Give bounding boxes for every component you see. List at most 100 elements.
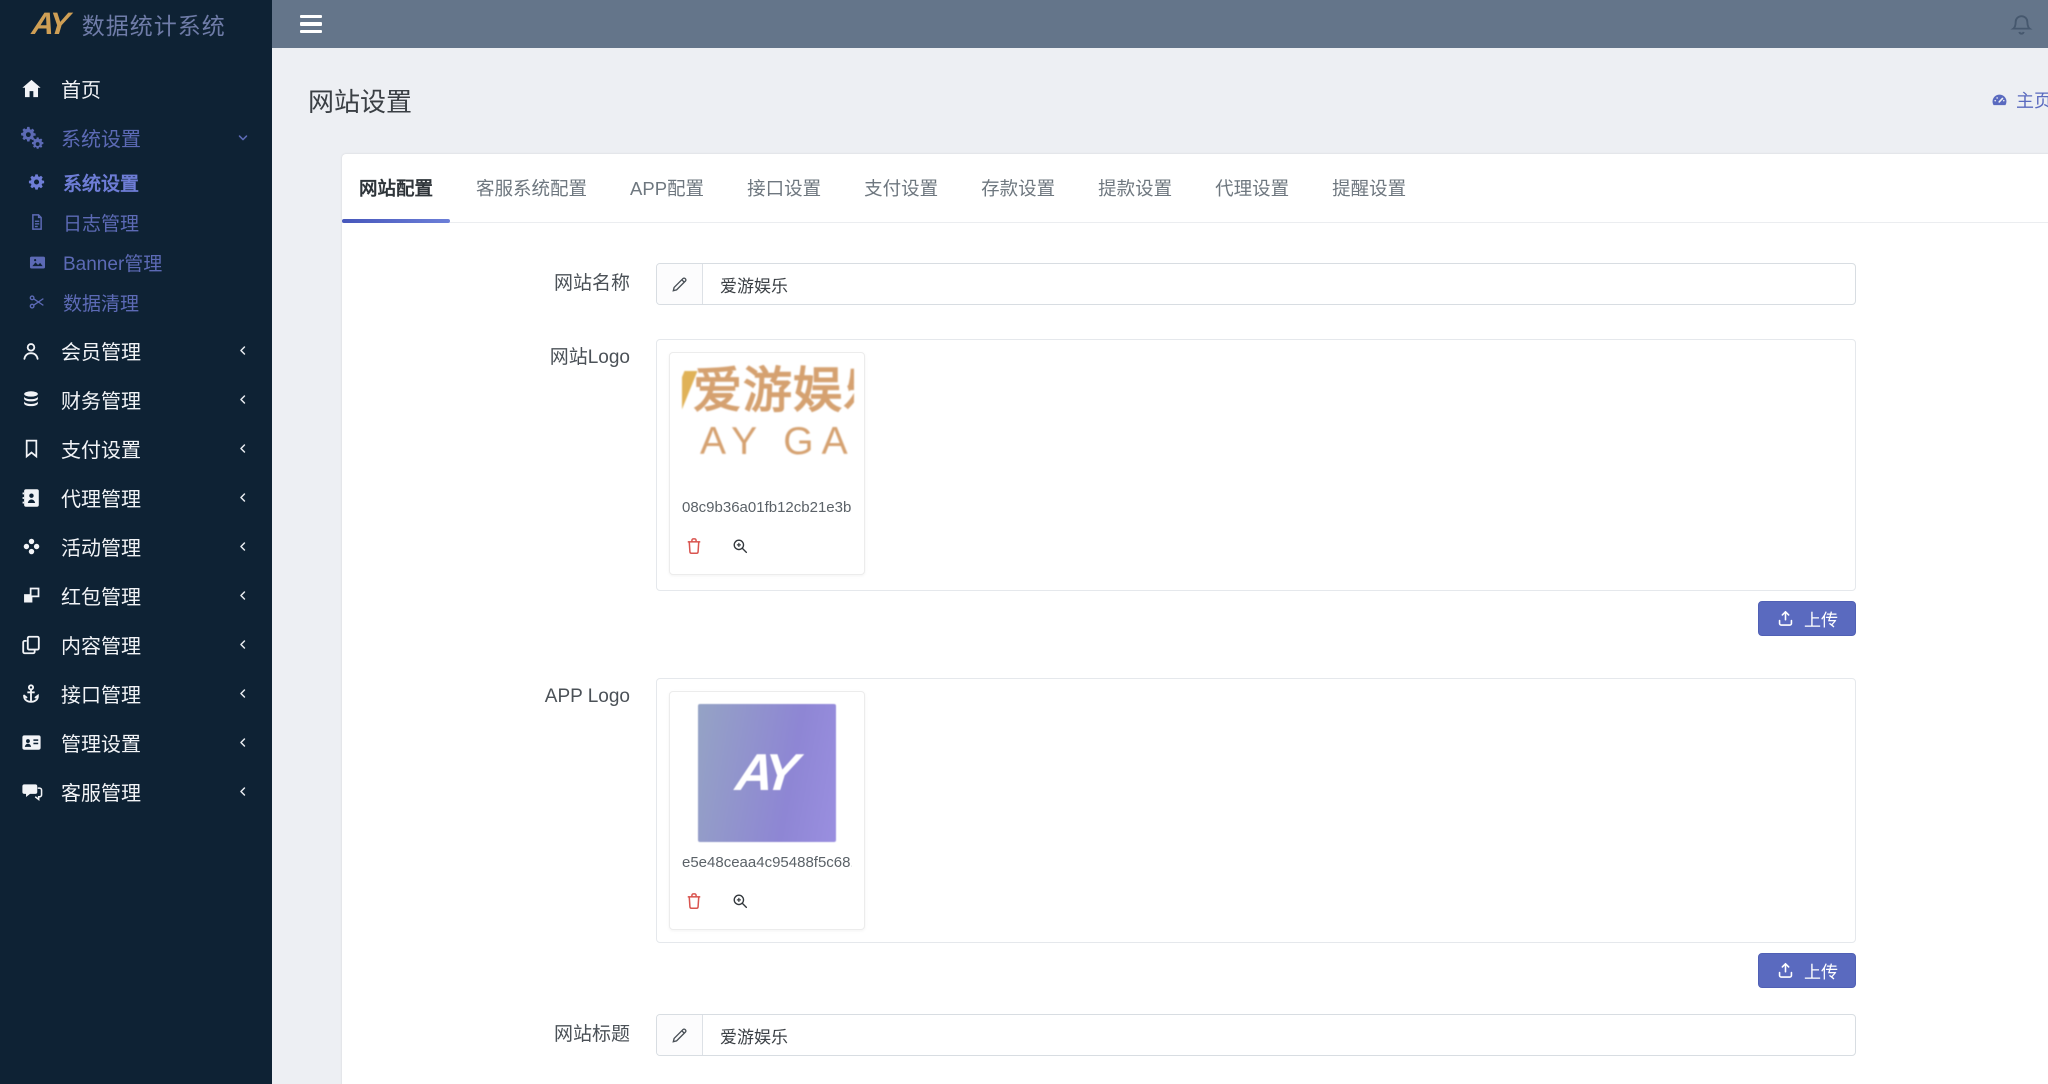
chevron-left-icon <box>236 343 250 358</box>
app-root: AY 数据统计系统 首页 系统设置 系统设置 日志管理 <box>0 0 2048 1084</box>
tab-reminder-settings[interactable]: 提醒设置 <box>1315 154 1423 222</box>
user-icon <box>14 340 48 362</box>
trash-icon <box>684 536 704 556</box>
tab-site-config[interactable]: 网站配置 <box>342 154 450 222</box>
tab-withdrawal-settings[interactable]: 提款设置 <box>1081 154 1189 222</box>
chevron-left-icon <box>236 637 250 652</box>
sidebar-subitem-system-settings[interactable]: 系统设置 <box>0 162 272 202</box>
chevron-left-icon <box>236 686 250 701</box>
sidebar-item-home[interactable]: 首页 <box>0 64 272 113</box>
address-book-icon <box>14 487 48 509</box>
breadcrumb-label: 主页 <box>2016 87 2048 113</box>
content-header: 网站设置 主页 <box>308 82 2048 118</box>
file-icon <box>23 213 51 231</box>
app-logo-dropzone[interactable]: AY e5e48ceaa4c95488f5c68... <box>656 678 1856 943</box>
upload-app-logo-button[interactable]: 上传 <box>1758 953 1856 988</box>
chevron-left-icon <box>236 735 250 750</box>
gear-icon <box>23 173 51 191</box>
site-title-row: 网站标题 <box>342 1014 2048 1056</box>
sidebar-item-payment-settings[interactable]: 支付设置 <box>0 424 272 473</box>
tab-api-settings[interactable]: 接口设置 <box>730 154 838 222</box>
tab-deposit-settings[interactable]: 存款设置 <box>964 154 1072 222</box>
site-title-label: 网站标题 <box>342 1014 630 1056</box>
sidebar-item-content-management[interactable]: 内容管理 <box>0 620 272 669</box>
sidebar-toggle-button[interactable] <box>296 11 326 38</box>
topbar <box>272 0 2048 48</box>
site-logo-thumbnail-card: 爱游娱乐 AY GA 08c9b36a01fb12cb21e3b... <box>669 352 865 575</box>
app-logo-row: APP Logo AY e5e48ceaa4c95488f5c68... <box>342 678 2048 988</box>
upload-site-logo-button[interactable]: 上传 <box>1758 601 1856 636</box>
page-title: 网站设置 <box>308 82 412 119</box>
sidebar-item-finance-management[interactable]: 财务管理 <box>0 375 272 424</box>
delete-site-logo-button[interactable] <box>684 536 704 556</box>
upload-icon <box>1776 609 1795 628</box>
app-logo-filename: e5e48ceaa4c95488f5c68... <box>682 854 852 871</box>
zoom-in-icon <box>731 892 749 910</box>
content-area: 网站设置 主页 网站配置 客服系统配置 APP配置 接口设置 支付设置 存款设置… <box>272 48 2048 1084</box>
preview-site-logo-button[interactable] <box>731 537 749 555</box>
hamburger-icon <box>300 15 322 19</box>
chevron-left-icon <box>236 392 250 407</box>
sidebar-subitem-banner-management[interactable]: Banner管理 <box>0 242 272 282</box>
chevron-left-icon <box>236 784 250 799</box>
sidebar-item-agent-management[interactable]: 代理管理 <box>0 473 272 522</box>
main-area: 网站设置 主页 网站配置 客服系统配置 APP配置 接口设置 支付设置 存款设置… <box>272 0 2048 1084</box>
bell-icon <box>2009 13 2034 38</box>
site-logo-filename: 08c9b36a01fb12cb21e3b... <box>682 499 852 516</box>
app-logo-label: APP Logo <box>342 678 630 988</box>
pinwheel-icon <box>14 536 48 557</box>
pencil-icon <box>657 1015 703 1055</box>
site-title-input[interactable] <box>703 1015 1855 1055</box>
comments-icon <box>14 780 48 803</box>
database-icon <box>14 389 48 411</box>
site-logo-label: 网站Logo <box>342 339 630 636</box>
system-settings-submenu: 系统设置 日志管理 Banner管理 数据清理 <box>0 162 272 322</box>
sidebar: AY 数据统计系统 首页 系统设置 系统设置 日志管理 <box>0 0 272 1084</box>
preview-app-logo-button[interactable] <box>731 892 749 910</box>
chevron-left-icon <box>236 490 250 505</box>
sidebar-item-customer-service-management[interactable]: 客服管理 <box>0 767 272 816</box>
notifications-button[interactable] <box>2009 13 2034 38</box>
upload-icon <box>1776 961 1795 980</box>
tab-customer-service-config[interactable]: 客服系统配置 <box>459 154 604 222</box>
brand-title: 数据统计系统 <box>82 7 226 41</box>
app-logo-image[interactable]: AY <box>698 704 836 842</box>
sidebar-item-member-management[interactable]: 会员管理 <box>0 326 272 375</box>
copy-icon <box>14 634 48 656</box>
chevron-down-icon <box>236 129 250 146</box>
brand[interactable]: AY 数据统计系统 <box>0 0 272 48</box>
site-config-form: 网站名称 网站Logo <box>342 223 2048 1084</box>
site-name-input[interactable] <box>703 264 1855 304</box>
sidebar-item-api-management[interactable]: 接口管理 <box>0 669 272 718</box>
chevron-left-icon <box>236 441 250 456</box>
breadcrumb-home-link[interactable]: 主页 <box>1990 87 2048 113</box>
sidebar-nav: 首页 系统设置 系统设置 日志管理 Banner管理 <box>0 48 272 816</box>
delete-app-logo-button[interactable] <box>684 891 704 911</box>
chevron-left-icon <box>236 588 250 603</box>
clone-icon <box>14 585 48 606</box>
sidebar-item-activity-management[interactable]: 活动管理 <box>0 522 272 571</box>
scissors-icon <box>23 293 51 311</box>
sidebar-item-redpacket-management[interactable]: 红包管理 <box>0 571 272 620</box>
id-card-icon <box>14 731 48 754</box>
sidebar-group-system-settings[interactable]: 系统设置 <box>0 113 272 162</box>
site-name-label: 网站名称 <box>342 263 630 305</box>
trash-icon <box>684 891 704 911</box>
dashboard-icon <box>1990 91 2009 110</box>
tab-app-config[interactable]: APP配置 <box>613 154 721 222</box>
app-logo-thumbnail-card: AY e5e48ceaa4c95488f5c68... <box>669 691 865 930</box>
site-logo-dropzone[interactable]: 爱游娱乐 AY GA 08c9b36a01fb12cb21e3b... <box>656 339 1856 591</box>
sidebar-subitem-data-cleanup[interactable]: 数据清理 <box>0 282 272 322</box>
site-logo-image[interactable]: 爱游娱乐 AY GA <box>682 365 854 487</box>
brand-logo: AY <box>30 6 69 42</box>
image-icon <box>23 253 51 272</box>
sidebar-item-admin-settings[interactable]: 管理设置 <box>0 718 272 767</box>
sidebar-subitem-log-management[interactable]: 日志管理 <box>0 202 272 242</box>
tab-agent-settings[interactable]: 代理设置 <box>1198 154 1306 222</box>
chevron-left-icon <box>236 539 250 554</box>
cogs-icon <box>14 126 48 149</box>
bookmark-icon <box>14 438 48 459</box>
tabs-bar: 网站配置 客服系统配置 APP配置 接口设置 支付设置 存款设置 提款设置 代理… <box>342 154 2048 223</box>
tab-payment-settings[interactable]: 支付设置 <box>847 154 955 222</box>
site-name-row: 网站名称 <box>342 263 2048 305</box>
